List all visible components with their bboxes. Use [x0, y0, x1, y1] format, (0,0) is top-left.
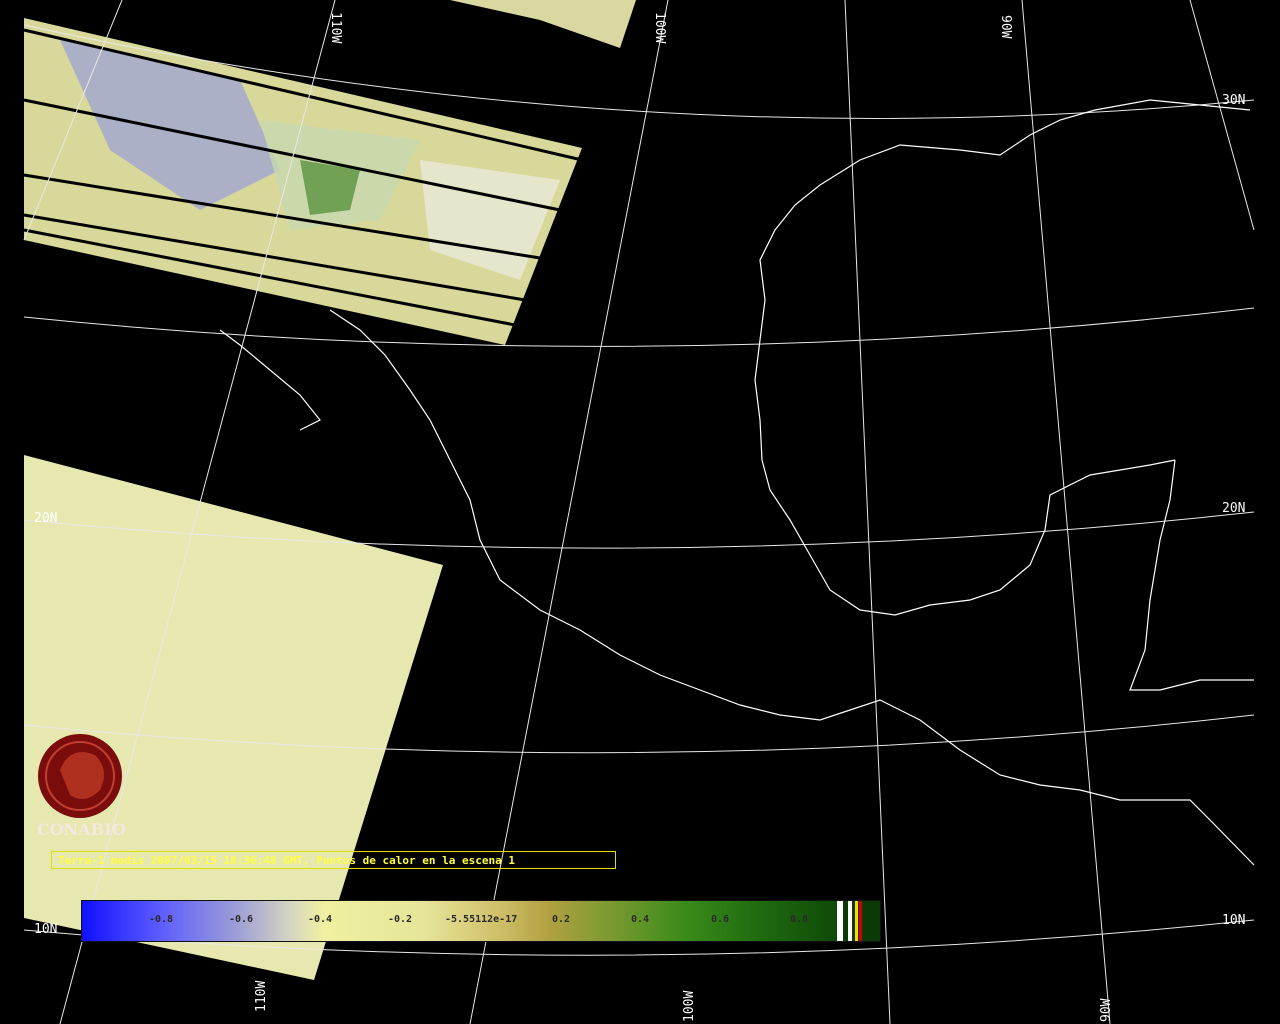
map-canvas: 30N 20N 20N 10N 10N 110W 100W 90W 110W 1… [23, 0, 1255, 1024]
label-lon-100-bottom: 100W [682, 991, 697, 1022]
colorbar-tick: -0.4 [308, 914, 333, 925]
conabio-logo-text: CONABIO [37, 820, 126, 839]
conabio-logo-icon [38, 734, 122, 818]
satellite-swath-top-fragment [450, 0, 636, 48]
label-lat-20-right: 20N [1222, 501, 1245, 516]
label-lat-30: 30N [1222, 93, 1245, 108]
label-lon-100-top: 100W [652, 12, 667, 43]
colorbar-tick: 0.8 [790, 914, 809, 925]
colorbar-legend: -0.8 -0.6 -0.4 -0.2 -5.55112e-17 0.2 0.4… [81, 900, 881, 942]
label-lat-10-left: 10N [34, 922, 57, 937]
colorbar-tick: -0.2 [388, 914, 413, 925]
label-lon-110-bottom: 110W [254, 981, 269, 1012]
label-lon-90-top: 90W [998, 15, 1013, 39]
label-lon-90-bottom: 90W [1099, 998, 1114, 1022]
colorbar-tick: -0.8 [149, 914, 174, 925]
coastline-mexico-gulf [754, 99, 1254, 691]
colorbar-white-band [837, 901, 843, 941]
label-lon-110-top: 110W [328, 12, 343, 43]
colorbar-tick: -5.55112e-17 [445, 914, 518, 925]
label-lat-20-left: 20N [34, 511, 57, 526]
colorbar-white-band-2 [848, 901, 852, 941]
scene-caption: Terra-1 modis 2007/03/15 18:36:48 GMT, P… [51, 851, 616, 869]
colorbar-tick: 0.6 [711, 914, 730, 925]
colorbar-tick: 0.4 [631, 914, 650, 925]
colorbar-tick: 0.2 [552, 914, 571, 925]
colorbar-yellow-band [855, 901, 858, 941]
satellite-swath-north [23, 18, 583, 345]
colorbar-red-band [859, 901, 862, 941]
label-lat-10-right: 10N [1222, 913, 1245, 928]
colorbar-tick: -0.6 [229, 914, 254, 925]
